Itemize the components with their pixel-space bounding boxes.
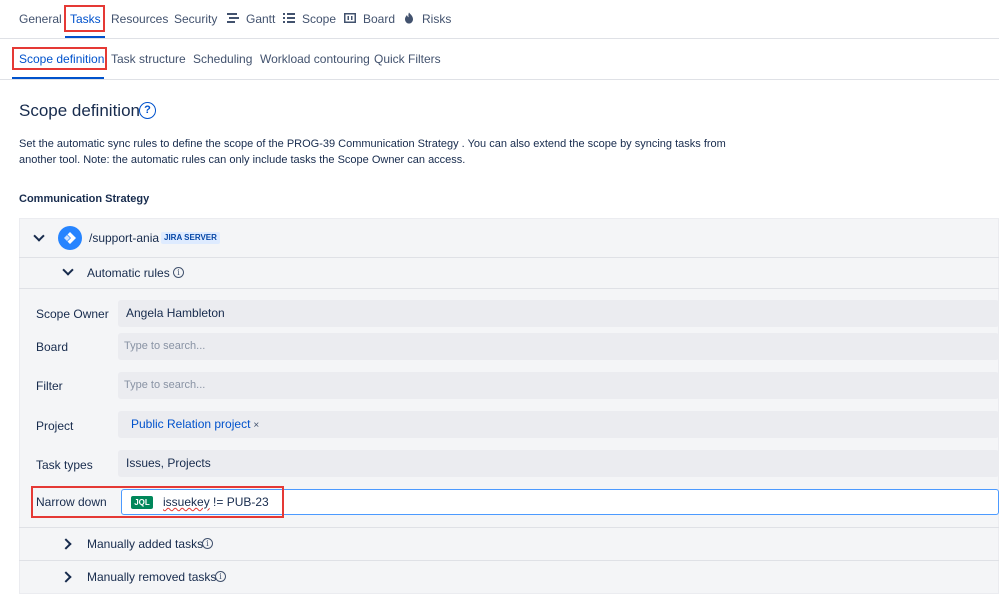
divider (19, 257, 999, 258)
section-label: Communication Strategy (19, 193, 150, 205)
tab-resources[interactable]: Resources (111, 9, 168, 29)
help-icon[interactable]: ? (139, 102, 156, 119)
task-types-label: Task types (36, 458, 93, 472)
tab-gantt-label: Gantt (246, 12, 276, 26)
filter-search-input[interactable]: Type to search... (118, 372, 999, 399)
page-description: Set the automatic sync rules to define t… (19, 138, 726, 166)
subtab-task-structure[interactable]: Task structure (111, 52, 186, 66)
filter-label: Filter (36, 379, 63, 393)
highlight-box-scope-definition (12, 47, 107, 70)
gantt-icon (227, 12, 241, 26)
scope-owner-field[interactable]: Angela Hambleton (118, 300, 999, 327)
project-tag: Public Relation project (131, 417, 251, 431)
info-icon[interactable]: i (202, 538, 213, 549)
divider (19, 527, 999, 528)
tab-risks-label: Risks (422, 12, 452, 26)
remove-tag-icon[interactable]: × (253, 420, 259, 431)
sub-tab-bar: Scope definition Task structure Scheduli… (0, 40, 999, 80)
info-icon[interactable]: i (215, 571, 226, 582)
board-search-input[interactable]: Type to search... (118, 333, 999, 360)
tab-gantt[interactable]: Gantt (227, 9, 275, 29)
info-icon[interactable]: i (173, 267, 184, 278)
flame-icon (403, 12, 417, 26)
tab-scope[interactable]: Scope (283, 9, 336, 29)
top-tab-bar: General Tasks Resources Security Gantt S… (0, 0, 999, 39)
highlight-box-tasks (64, 5, 105, 32)
project-label: Project (36, 419, 74, 433)
jira-icon (58, 226, 82, 250)
task-types-field[interactable]: Issues, Projects (118, 450, 999, 477)
tab-board-label: Board (363, 12, 396, 26)
board-label: Board (36, 340, 69, 354)
tab-general[interactable]: General (19, 9, 62, 29)
manually-removed-label[interactable]: Manually removed tasks (87, 570, 216, 584)
project-field[interactable]: Public Relation project × (118, 411, 999, 438)
list-icon (283, 12, 297, 26)
tab-risks[interactable]: Risks (403, 9, 451, 29)
active-tab-indicator (65, 36, 105, 38)
tab-security[interactable]: Security (174, 9, 217, 29)
automatic-rules-label[interactable]: Automatic rules (87, 266, 170, 280)
subtab-workload-contouring[interactable]: Workload contouring (260, 52, 370, 66)
highlight-box-narrow-down (31, 486, 284, 518)
jira-server-badge: JIRA SERVER (161, 232, 220, 244)
source-name: /support-ania (89, 231, 160, 245)
divider (19, 560, 999, 561)
manually-added-label[interactable]: Manually added tasks (87, 537, 203, 551)
subtab-scheduling[interactable]: Scheduling (193, 52, 252, 66)
page-title: Scope definition (19, 101, 140, 120)
tab-scope-label: Scope (302, 12, 337, 26)
divider (19, 288, 999, 289)
scope-owner-label: Scope Owner (36, 307, 109, 321)
active-subtab-indicator (12, 77, 104, 79)
board-icon (344, 12, 358, 26)
tab-board[interactable]: Board (344, 9, 395, 29)
subtab-quick-filters[interactable]: Quick Filters (374, 52, 441, 66)
